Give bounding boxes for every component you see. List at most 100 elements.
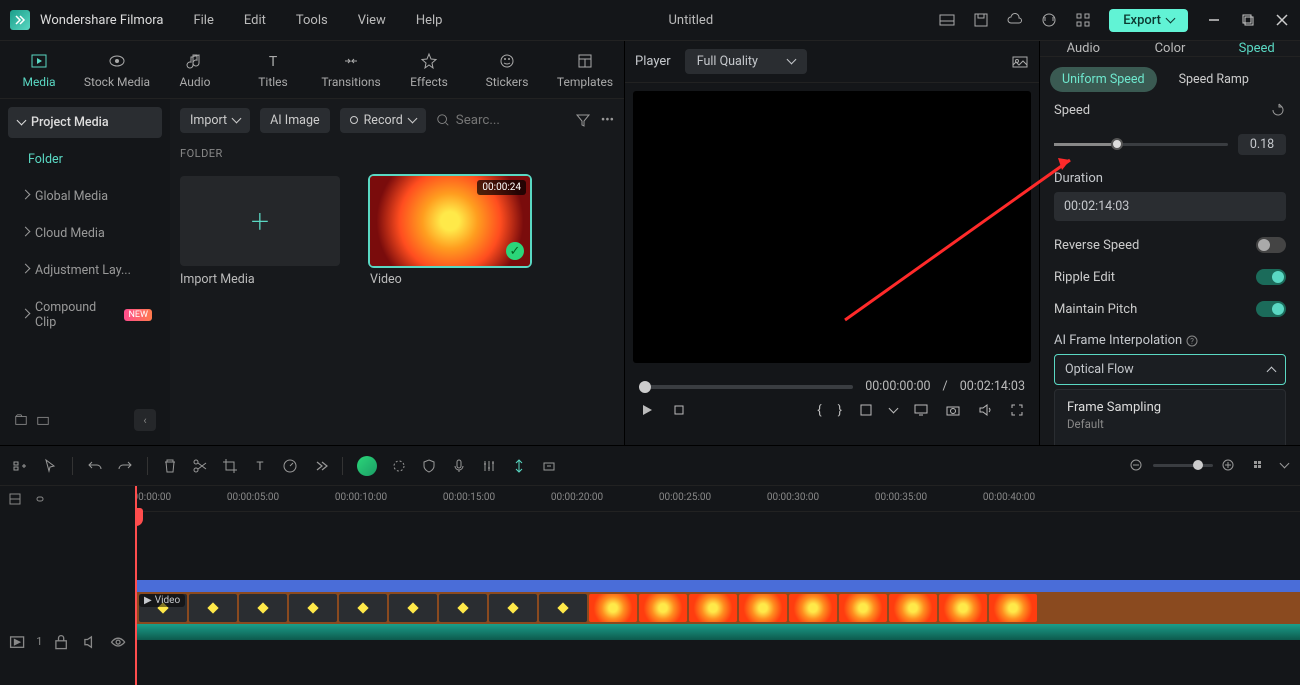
menu-file[interactable]: File bbox=[193, 13, 213, 28]
mute-icon[interactable] bbox=[81, 633, 99, 651]
crop-icon[interactable] bbox=[858, 402, 874, 418]
prop-tab-color[interactable]: Color bbox=[1127, 41, 1214, 56]
search-field[interactable] bbox=[436, 113, 565, 128]
display-icon[interactable] bbox=[913, 402, 929, 418]
volume-icon[interactable] bbox=[977, 402, 993, 418]
zoom-slider[interactable] bbox=[1153, 464, 1213, 467]
speed-value[interactable]: 0.18 bbox=[1238, 134, 1286, 155]
menu-view[interactable]: View bbox=[358, 13, 386, 28]
sidebar-project-media[interactable]: Project Media bbox=[8, 107, 162, 138]
preview-viewport[interactable] bbox=[633, 91, 1031, 363]
crop-tool-icon[interactable] bbox=[222, 458, 238, 474]
video-thumb[interactable]: 00:00:24 ✓ Video bbox=[370, 176, 530, 287]
preview-scrubber[interactable] bbox=[639, 385, 853, 389]
speed-tool-icon[interactable] bbox=[282, 458, 298, 474]
timeline-tracks[interactable]: 00:00:00:00 00:00:05:00 00:00:10:00 00:0… bbox=[135, 486, 1300, 685]
chevron-down-icon[interactable] bbox=[890, 403, 897, 418]
record-button[interactable]: Record bbox=[340, 108, 426, 133]
pitch-toggle[interactable] bbox=[1256, 301, 1286, 317]
export-button[interactable]: Export bbox=[1109, 9, 1188, 32]
search-input[interactable] bbox=[456, 113, 546, 128]
stop-button[interactable] bbox=[671, 402, 687, 418]
subtab-uniform-speed[interactable]: Uniform Speed bbox=[1050, 67, 1157, 92]
prop-tab-audio[interactable]: Audio bbox=[1040, 41, 1127, 56]
snapshot-icon[interactable] bbox=[1011, 53, 1029, 71]
sidebar-compound-clip[interactable]: Compound ClipNEW bbox=[8, 292, 162, 338]
playhead[interactable] bbox=[135, 486, 137, 685]
view-options-icon[interactable] bbox=[1251, 458, 1267, 474]
mark-out-icon[interactable]: } bbox=[838, 403, 842, 418]
more-tools-icon[interactable] bbox=[312, 458, 328, 474]
color-tool-icon[interactable] bbox=[391, 458, 407, 474]
dd-frame-sampling[interactable]: Frame Sampling Default bbox=[1055, 390, 1285, 441]
video-track-icon[interactable] bbox=[8, 633, 26, 651]
tab-titles[interactable]: TTitles bbox=[234, 41, 312, 98]
add-track-icon[interactable] bbox=[12, 458, 28, 474]
tab-templates[interactable]: Templates bbox=[546, 41, 624, 98]
cloud-icon[interactable] bbox=[1007, 12, 1023, 28]
track-options-icon[interactable] bbox=[8, 492, 22, 506]
tab-transitions[interactable]: Transitions bbox=[312, 41, 390, 98]
zoom-out-icon[interactable] bbox=[1129, 458, 1145, 474]
sidebar-cloud-media[interactable]: Cloud Media bbox=[8, 218, 162, 249]
shield-icon[interactable] bbox=[421, 458, 437, 474]
split-icon[interactable] bbox=[192, 458, 208, 474]
sidebar-adjustment-layer[interactable]: Adjustment Lay... bbox=[8, 255, 162, 286]
prop-tab-speed[interactable]: Speed bbox=[1213, 41, 1300, 56]
camera-icon[interactable] bbox=[945, 402, 961, 418]
save-icon[interactable] bbox=[973, 12, 989, 28]
minimize-button[interactable] bbox=[1206, 12, 1222, 28]
sidebar-global-media[interactable]: Global Media bbox=[8, 181, 162, 212]
menu-edit[interactable]: Edit bbox=[244, 13, 266, 28]
layout-icon[interactable] bbox=[939, 12, 955, 28]
zoom-in-icon[interactable] bbox=[1221, 458, 1237, 474]
chevron-down-icon[interactable] bbox=[1281, 458, 1288, 473]
reverse-toggle[interactable] bbox=[1256, 237, 1286, 253]
ai-face-icon[interactable] bbox=[357, 456, 377, 476]
video-clip[interactable]: ▶ Video bbox=[135, 580, 1300, 640]
undo-icon[interactable] bbox=[87, 458, 103, 474]
fullscreen-icon[interactable] bbox=[1009, 402, 1025, 418]
folder-icon[interactable] bbox=[36, 413, 50, 427]
link-icon[interactable] bbox=[32, 492, 46, 506]
collapse-sidebar-button[interactable]: ‹ bbox=[134, 409, 156, 431]
close-button[interactable] bbox=[1274, 12, 1290, 28]
ai-image-button[interactable]: AI Image bbox=[260, 108, 329, 133]
maximize-button[interactable] bbox=[1240, 12, 1256, 28]
marker-icon[interactable] bbox=[511, 458, 527, 474]
dd-frame-blending[interactable]: Frame Blending Faster but lower quality bbox=[1055, 441, 1285, 445]
tab-effects[interactable]: Effects bbox=[390, 41, 468, 98]
import-button[interactable]: Import bbox=[180, 108, 250, 133]
reset-icon[interactable] bbox=[1270, 102, 1286, 118]
lock-icon[interactable] bbox=[52, 633, 70, 651]
mark-in-icon[interactable]: { bbox=[817, 403, 821, 418]
tab-media[interactable]: Media bbox=[0, 41, 78, 98]
timeline-ruler[interactable]: 00:00:00:00 00:00:05:00 00:00:10:00 00:0… bbox=[135, 486, 1300, 512]
help-icon[interactable]: ? bbox=[1186, 335, 1198, 347]
render-icon[interactable] bbox=[541, 458, 557, 474]
interp-dropdown[interactable]: Optical Flow bbox=[1054, 354, 1286, 385]
sidebar-folder[interactable]: Folder bbox=[8, 144, 162, 175]
duration-input[interactable]: 00:02:14:03 bbox=[1054, 192, 1286, 221]
apps-icon[interactable] bbox=[1075, 12, 1091, 28]
import-media-thumb[interactable]: + Import Media bbox=[180, 176, 340, 287]
play-button[interactable] bbox=[639, 402, 655, 418]
quality-select[interactable]: Full Quality bbox=[685, 49, 807, 74]
tab-audio[interactable]: Audio bbox=[156, 41, 234, 98]
mic-icon[interactable] bbox=[451, 458, 467, 474]
subtab-speed-ramp[interactable]: Speed Ramp bbox=[1167, 67, 1261, 92]
menu-help[interactable]: Help bbox=[416, 13, 443, 28]
tab-stock-media[interactable]: Stock Media bbox=[78, 41, 156, 98]
ripple-toggle[interactable] bbox=[1256, 269, 1286, 285]
mixer-icon[interactable] bbox=[481, 458, 497, 474]
filter-icon[interactable] bbox=[575, 112, 591, 128]
speed-slider[interactable] bbox=[1054, 143, 1228, 146]
tab-stickers[interactable]: Stickers bbox=[468, 41, 546, 98]
new-folder-icon[interactable] bbox=[14, 413, 28, 427]
text-tool-icon[interactable]: T bbox=[252, 458, 268, 474]
redo-icon[interactable] bbox=[117, 458, 133, 474]
delete-icon[interactable] bbox=[162, 458, 178, 474]
support-icon[interactable] bbox=[1041, 12, 1057, 28]
cursor-icon[interactable] bbox=[42, 458, 58, 474]
more-icon[interactable]: ••• bbox=[601, 113, 614, 128]
